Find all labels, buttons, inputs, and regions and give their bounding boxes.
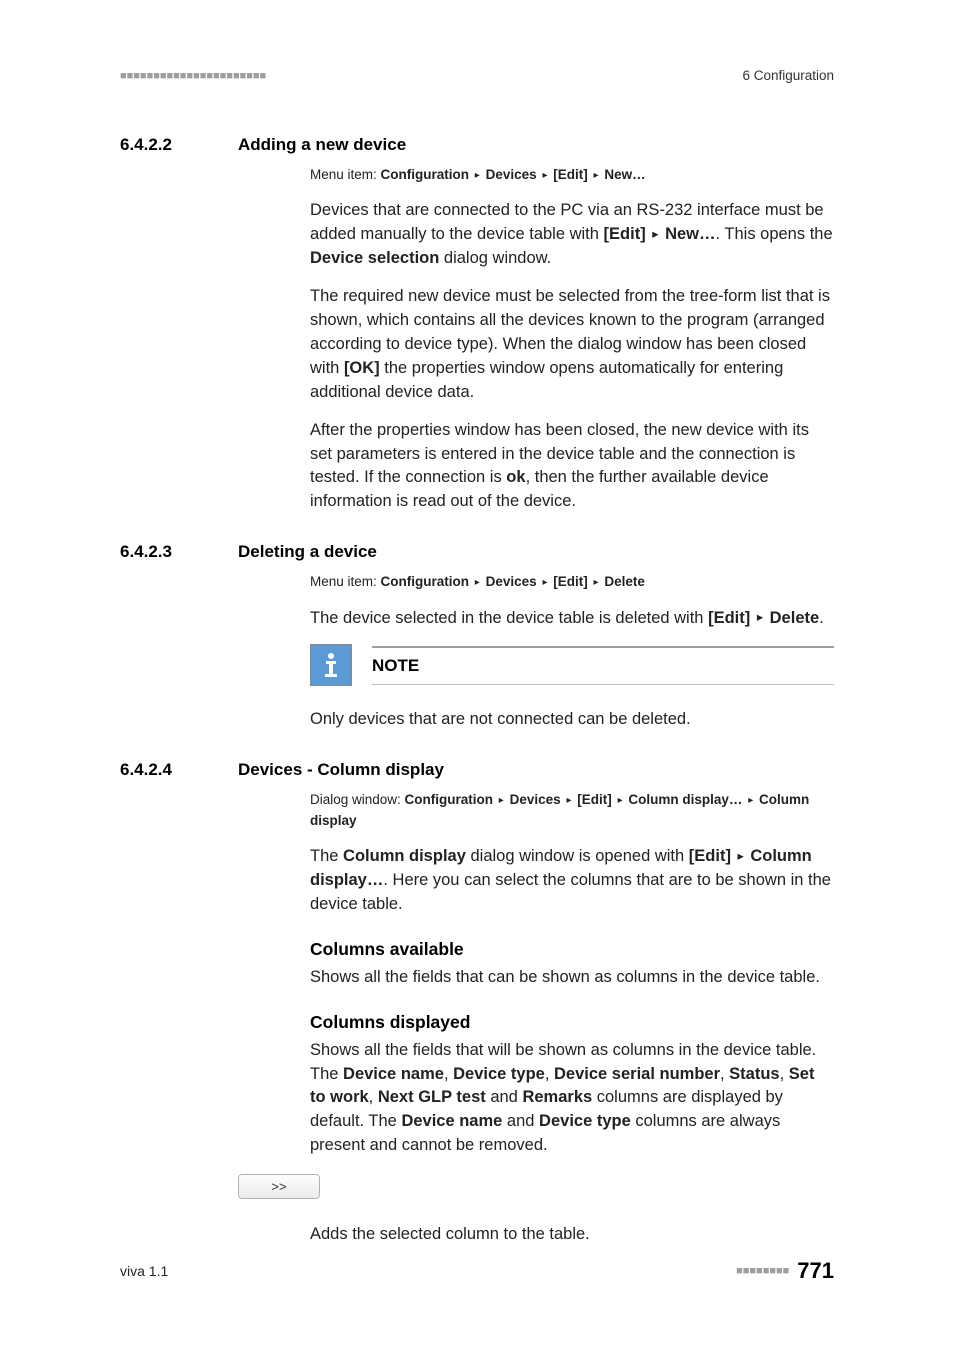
info-icon <box>310 644 352 686</box>
body-text: Devices that are connected to the PC via… <box>310 199 834 271</box>
add-column-button[interactable]: >> <box>238 1174 320 1199</box>
menu-path: Dialog window: Configuration ▸ Devices ▸… <box>310 790 834 831</box>
body-text: Adds the selected column to the table. <box>310 1223 834 1247</box>
section-title: Devices - Column display <box>238 760 444 780</box>
body-text: The Column display dialog window is open… <box>310 845 834 917</box>
running-header: ■■■■■■■■■■■■■■■■■■■■■■ 6 Configuration <box>120 68 834 83</box>
page-number: 771 <box>797 1258 834 1284</box>
footer-product: viva 1.1 <box>120 1263 168 1279</box>
section-number: 6.4.2.4 <box>120 760 208 780</box>
menu-path: Menu item: Configuration ▸ Devices ▸ [Ed… <box>310 165 834 185</box>
subheading: Columns displayed <box>310 1012 834 1033</box>
body-text: The device selected in the device table … <box>310 607 834 631</box>
footer-dots: ■■■■■■■■ <box>736 1265 789 1277</box>
note-callout: NOTE Only devices that are not connected… <box>310 644 834 732</box>
body-text: The required new device must be selected… <box>310 285 834 405</box>
note-body: Only devices that are not connected can … <box>310 708 834 732</box>
body-text: Shows all the fields that can be shown a… <box>310 966 834 990</box>
section-title: Deleting a device <box>238 542 377 562</box>
header-dots-left: ■■■■■■■■■■■■■■■■■■■■■■ <box>120 70 266 82</box>
body-text: After the properties window has been clo… <box>310 419 834 515</box>
section-number: 6.4.2.3 <box>120 542 208 562</box>
section-title: Adding a new device <box>238 135 406 155</box>
body-text: Shows all the fields that will be shown … <box>310 1039 834 1159</box>
menu-path: Menu item: Configuration ▸ Devices ▸ [Ed… <box>310 572 834 592</box>
header-chapter: 6 Configuration <box>742 68 834 83</box>
subheading: Columns available <box>310 939 834 960</box>
page-footer: viva 1.1 ■■■■■■■■ 771 <box>120 1258 834 1284</box>
section-number: 6.4.2.2 <box>120 135 208 155</box>
note-label: NOTE <box>372 653 834 679</box>
